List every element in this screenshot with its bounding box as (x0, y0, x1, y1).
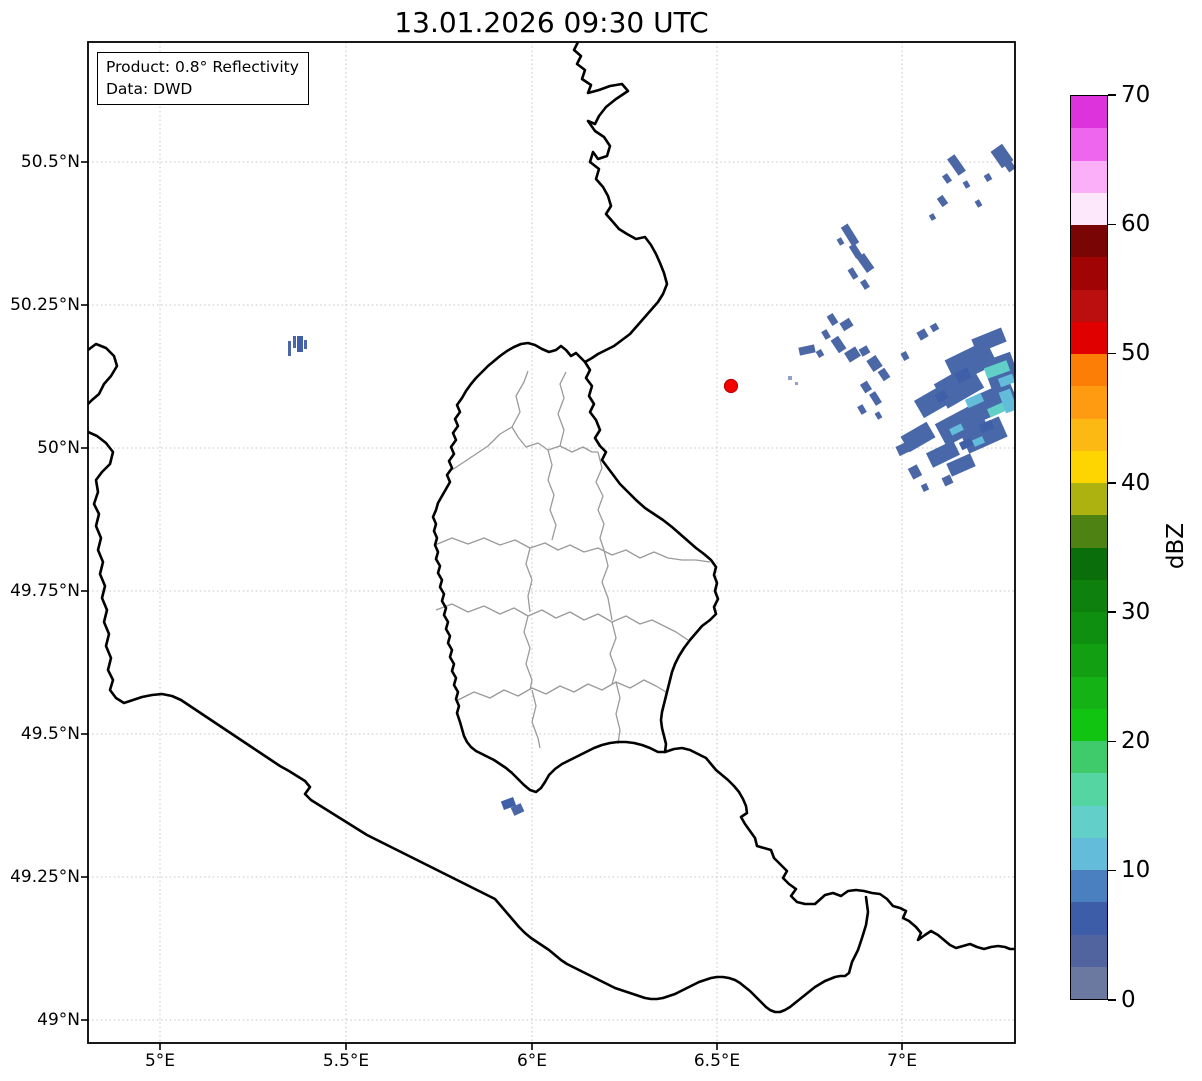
y-tick-label: 50.5°N (20, 152, 80, 172)
radar-echo-cell (304, 340, 307, 349)
colorbar-segment (1071, 934, 1107, 967)
colorbar-tick (1108, 223, 1116, 226)
x-tick-label: 5°E (144, 1051, 176, 1071)
colorbar-segment (1071, 128, 1107, 161)
y-tick-label: 50°N (37, 438, 80, 458)
colorbar-segment (1071, 289, 1107, 322)
colorbar-tick (1108, 352, 1116, 355)
colorbar-segment (1071, 547, 1107, 580)
colorbar-segment (1071, 450, 1107, 483)
radar-echo-cell (788, 376, 792, 380)
colorbar-segment (1071, 192, 1107, 225)
x-tick-label: 5.5°E (322, 1051, 370, 1071)
map-plot (81, 41, 1016, 1050)
colorbar-segment (1071, 612, 1107, 645)
product-annotation-box: Product: 0.8° Reflectivity Data: DWD (97, 52, 309, 105)
colorbar-segment (1071, 257, 1107, 290)
colorbar-segment (1071, 966, 1107, 999)
colorbar-tick-label: 40 (1121, 470, 1151, 496)
colorbar-segment (1071, 676, 1107, 709)
colorbar-segment (1071, 708, 1107, 741)
colorbar-segment (1071, 418, 1107, 451)
colorbar-tick-label: 50 (1121, 340, 1151, 366)
radar-figure: { "title": "13.01.2026 09:30 UTC", "anno… (0, 0, 1202, 1081)
colorbar-tick (1108, 869, 1116, 872)
colorbar-segment (1071, 644, 1107, 677)
colorbar-tick (1108, 482, 1116, 484)
radar-echo-cell (293, 336, 296, 348)
colorbar-tick (1108, 611, 1116, 613)
y-tick-label: 49.75°N (10, 581, 80, 601)
colorbar-segment (1071, 225, 1107, 258)
x-tick-label: 7°E (886, 1051, 918, 1071)
x-tick-label: 6.5°E (693, 1051, 741, 1071)
colorbar-segment (1071, 483, 1107, 516)
y-tick-label: 49.25°N (10, 867, 80, 887)
y-tick-label: 50.25°N (10, 295, 80, 315)
radar-echo-cell (288, 341, 291, 356)
data-source-line: Data: DWD (106, 80, 193, 98)
radar-site-marker (723, 378, 739, 394)
colorbar-tick-label: 10 (1121, 857, 1151, 883)
plot-title: 13.01.2026 09:30 UTC (394, 6, 709, 39)
radar-echo-cell (795, 382, 798, 385)
colorbar-axis-label: dBZ (1163, 522, 1189, 570)
colorbar-segment (1071, 805, 1107, 838)
colorbar-tick-label: 0 (1121, 987, 1136, 1013)
colorbar-tick (1108, 999, 1116, 1001)
colorbar-tick-label: 30 (1121, 599, 1151, 625)
colorbar-tick (1108, 740, 1116, 743)
colorbar-segment (1071, 386, 1107, 419)
colorbar-segment (1071, 902, 1107, 935)
product-line: Product: 0.8° Reflectivity (106, 58, 299, 76)
colorbar-segment (1071, 515, 1107, 548)
colorbar-tick-label: 60 (1121, 211, 1151, 237)
y-tick-label: 49.5°N (20, 724, 80, 744)
x-tick-label: 6°E (516, 1051, 548, 1071)
colorbar-segment (1071, 837, 1107, 870)
colorbar-segment (1071, 96, 1107, 129)
radar-echo-cell (297, 336, 303, 352)
colorbar-segment (1071, 741, 1107, 774)
colorbar-segment (1071, 321, 1107, 354)
colorbar-segment (1071, 870, 1107, 903)
y-tick-label: 49°N (37, 1010, 80, 1030)
colorbar-segment (1071, 579, 1107, 612)
colorbar-segment (1071, 354, 1107, 387)
colorbar-tick-label: 20 (1121, 728, 1151, 754)
colorbar-tick-label: 70 (1121, 82, 1151, 108)
colorbar-tick (1108, 94, 1116, 96)
colorbar-segment (1071, 160, 1107, 193)
colorbar-gradient (1070, 95, 1108, 1000)
colorbar-segment (1071, 773, 1107, 806)
